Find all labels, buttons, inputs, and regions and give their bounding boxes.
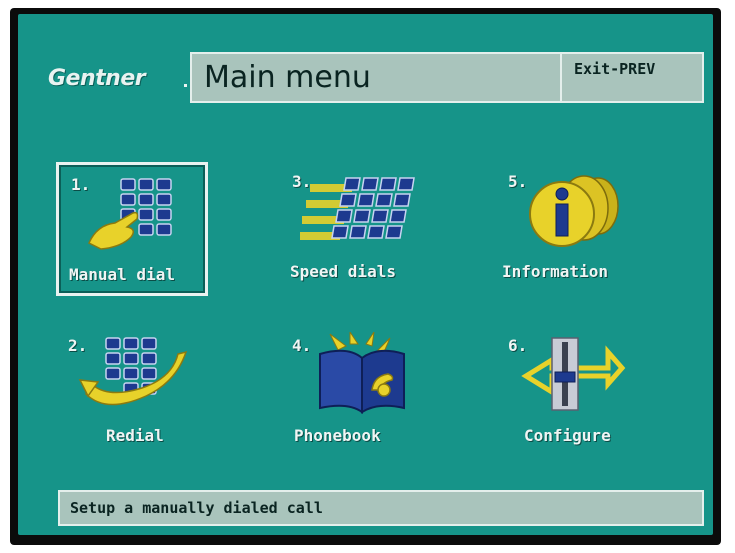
menu-item-label: Manual dial	[69, 265, 175, 284]
menu-item-label: Information	[502, 262, 608, 281]
monitor-frame: Gentner Main menu Exit-PREV 1. Manual di…	[10, 8, 721, 545]
title-bar: Main menu Exit-PREV	[190, 52, 704, 103]
status-text: Setup a manually dialed call	[70, 499, 323, 517]
phonebook-icon	[319, 332, 405, 414]
main-menu-screen: Gentner Main menu Exit-PREV 1. Manual di…	[18, 14, 713, 535]
status-bar: Setup a manually dialed call	[58, 490, 704, 526]
menu-item-redial[interactable]: 2. Redial	[56, 326, 208, 460]
brand-logo: Gentner	[48, 66, 146, 91]
page-title: Main menu	[204, 60, 371, 95]
menu-item-label: Phonebook	[294, 426, 381, 445]
speed-dial-keypad-icon	[300, 177, 415, 240]
title-divider	[560, 54, 562, 101]
keypad-hand-icon	[88, 178, 172, 250]
configure-slider-icon	[521, 337, 626, 411]
menu-item-label: Redial	[106, 426, 164, 445]
menu-item-speed-dials[interactable]: 3. Speed dials	[280, 162, 432, 296]
menu-item-information[interactable]: 5. Information	[496, 162, 648, 296]
menu-item-phonebook[interactable]: 4. Phonebook	[280, 326, 432, 460]
brand-logo-dot	[184, 84, 187, 87]
exit-button[interactable]: Exit-PREV	[574, 60, 655, 78]
information-icon	[529, 175, 619, 247]
menu-item-configure[interactable]: 6. Configure	[496, 326, 648, 460]
menu-item-label: Configure	[524, 426, 611, 445]
menu-item-manual-dial[interactable]: 1. Manual dial	[56, 162, 208, 296]
redial-keypad-arrow-icon	[78, 337, 188, 406]
menu-item-label: Speed dials	[290, 262, 396, 281]
